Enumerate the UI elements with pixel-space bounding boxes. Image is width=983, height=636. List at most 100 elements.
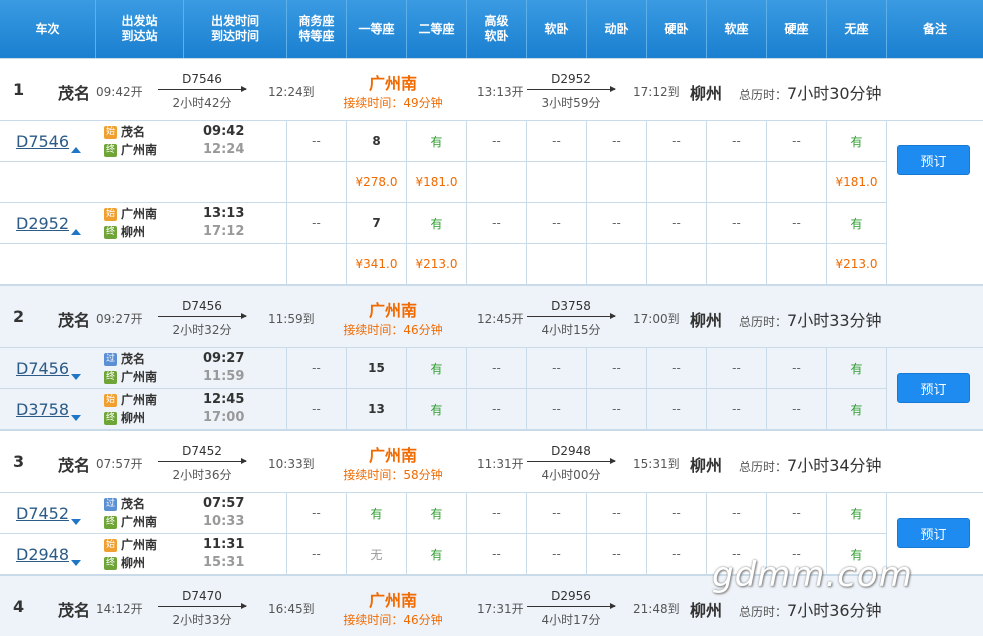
- leg2-depart: 11:31开: [477, 457, 524, 471]
- seat-first-class[interactable]: 15: [346, 348, 406, 388]
- seat-no-seat[interactable]: 有: [826, 389, 886, 429]
- seat-no-seat[interactable]: 有: [826, 121, 886, 161]
- origin-badge-icon: 始: [104, 539, 117, 552]
- train-number-link[interactable]: D2952: [16, 214, 69, 233]
- seat-soft-sleeper: --: [526, 493, 586, 533]
- header-business: 商务座 特等座: [286, 0, 346, 58]
- seat-soft-seat: --: [706, 493, 766, 533]
- book-button[interactable]: 预订: [897, 518, 970, 548]
- stations: 过茂名 终广州南: [104, 497, 158, 529]
- seat-first-class[interactable]: 13: [346, 389, 406, 429]
- leg2-arrive: 17:12到: [633, 85, 680, 99]
- watermark: gdmm.com: [712, 555, 913, 595]
- book-button[interactable]: 预订: [897, 373, 970, 403]
- depart-time: 09:27开: [96, 312, 143, 326]
- leg1-duration: 2小时33分: [172, 613, 232, 627]
- seat-emu-sleeper: --: [586, 121, 646, 161]
- stations: 始广州南 终柳州: [104, 207, 158, 239]
- seat-deluxe-sleeper: --: [466, 121, 526, 161]
- header-times: 出发时间 到达时间: [183, 0, 286, 58]
- expand-icon[interactable]: [71, 519, 81, 525]
- seat-business: --: [286, 389, 346, 429]
- train-number-link[interactable]: D7546: [16, 132, 69, 151]
- train-row: D7452 过茂名 终广州南 07:57 10:33 -- 有 有 -- -- …: [0, 493, 886, 534]
- header-hard-sleeper: 硬卧: [646, 0, 706, 58]
- transfer-station: 广州南: [368, 301, 417, 320]
- times: 11:31 15:31: [203, 537, 245, 570]
- leg2-depart: 12:45开: [477, 312, 524, 326]
- seat-first-class[interactable]: 8: [346, 121, 406, 161]
- seat-hard-sleeper: --: [646, 493, 706, 533]
- result-index: 1: [13, 80, 25, 99]
- seat-second-class[interactable]: 有: [406, 348, 466, 388]
- leg2-train: D2956: [551, 589, 591, 603]
- leg2-depart: 17:31开: [477, 602, 524, 616]
- price-cell: [586, 244, 646, 284]
- seat-hard-seat: --: [766, 348, 826, 388]
- total-duration: 总历时：7小时33分钟: [739, 311, 882, 330]
- seat-business: --: [286, 203, 346, 243]
- header-train-no: 车次: [35, 21, 60, 36]
- train-number-link[interactable]: D7452: [16, 504, 69, 523]
- leg1-arrive: 12:24到: [268, 85, 315, 99]
- seat-second-class[interactable]: 有: [406, 121, 466, 161]
- seat-hard-seat: --: [766, 493, 826, 533]
- seat-second-class[interactable]: 有: [406, 493, 466, 533]
- leg1-duration: 2小时42分: [172, 96, 232, 110]
- stations: 始广州南 终柳州: [104, 393, 158, 425]
- seat-first-class[interactable]: 有: [346, 493, 406, 533]
- train-number-link[interactable]: D3758: [16, 400, 69, 419]
- seat-soft-sleeper: --: [526, 121, 586, 161]
- header-deluxe-sleeper: 高级 软卧: [466, 0, 526, 58]
- price-cell: [706, 162, 766, 202]
- seat-business: --: [286, 493, 346, 533]
- seat-emu-sleeper: --: [586, 534, 646, 574]
- seat-second-class[interactable]: 有: [406, 389, 466, 429]
- price-first-class: ¥278.0: [346, 162, 406, 202]
- seat-no-seat[interactable]: 有: [826, 493, 886, 533]
- seat-no-seat[interactable]: 有: [826, 203, 886, 243]
- book-button[interactable]: 预订: [897, 145, 970, 175]
- price-no-seat: ¥181.0: [826, 162, 886, 202]
- arrow-icon: [158, 603, 247, 609]
- seat-hard-seat: --: [766, 389, 826, 429]
- seat-soft-seat: --: [706, 348, 766, 388]
- terminal-badge-icon: 终: [104, 144, 117, 157]
- transfer-wait: 接续时间：46分钟: [343, 613, 443, 627]
- destination-station: 柳州: [690, 311, 723, 330]
- expand-icon[interactable]: [71, 415, 81, 421]
- seat-second-class[interactable]: 有: [406, 534, 466, 574]
- terminal-badge-icon: 终: [104, 226, 117, 239]
- stations: 始广州南 终柳州: [104, 538, 158, 570]
- train-number-link[interactable]: D7456: [16, 359, 69, 378]
- leg2-arrive: 15:31到: [633, 457, 680, 471]
- seat-first-class[interactable]: 7: [346, 203, 406, 243]
- train-number-link[interactable]: D2948: [16, 545, 69, 564]
- price-cell: [586, 162, 646, 202]
- seat-deluxe-sleeper: --: [466, 389, 526, 429]
- origin-station: 茂名: [58, 456, 91, 475]
- times: 12:45 17:00: [203, 392, 245, 425]
- price-cell: [466, 244, 526, 284]
- arrow-icon: [527, 86, 616, 92]
- stations: 始茂名 终广州南: [104, 125, 158, 157]
- expand-icon[interactable]: [71, 374, 81, 380]
- seat-no-seat[interactable]: 有: [826, 348, 886, 388]
- expand-icon[interactable]: [71, 560, 81, 566]
- seat-emu-sleeper: --: [586, 203, 646, 243]
- collapse-icon[interactable]: [71, 229, 81, 235]
- header-no-seat: 无座: [826, 0, 886, 58]
- seat-soft-seat: --: [706, 121, 766, 161]
- passing-badge-icon: 过: [104, 498, 117, 511]
- depart-time: 09:42开: [96, 85, 143, 99]
- table-header: 车次 出发站 到达站 出发时间 到达时间 商务座 特等座 一等座 二等座 高级 …: [0, 0, 983, 58]
- seat-emu-sleeper: --: [586, 493, 646, 533]
- price-cell: [526, 162, 586, 202]
- origin-station: 茂名: [58, 84, 91, 103]
- leg2-train: D3758: [551, 299, 591, 313]
- seat-second-class[interactable]: 有: [406, 203, 466, 243]
- origin-station: 茂名: [58, 601, 91, 620]
- collapse-icon[interactable]: [71, 147, 81, 153]
- origin-badge-icon: 始: [104, 394, 117, 407]
- book-cell: 预订: [886, 121, 983, 285]
